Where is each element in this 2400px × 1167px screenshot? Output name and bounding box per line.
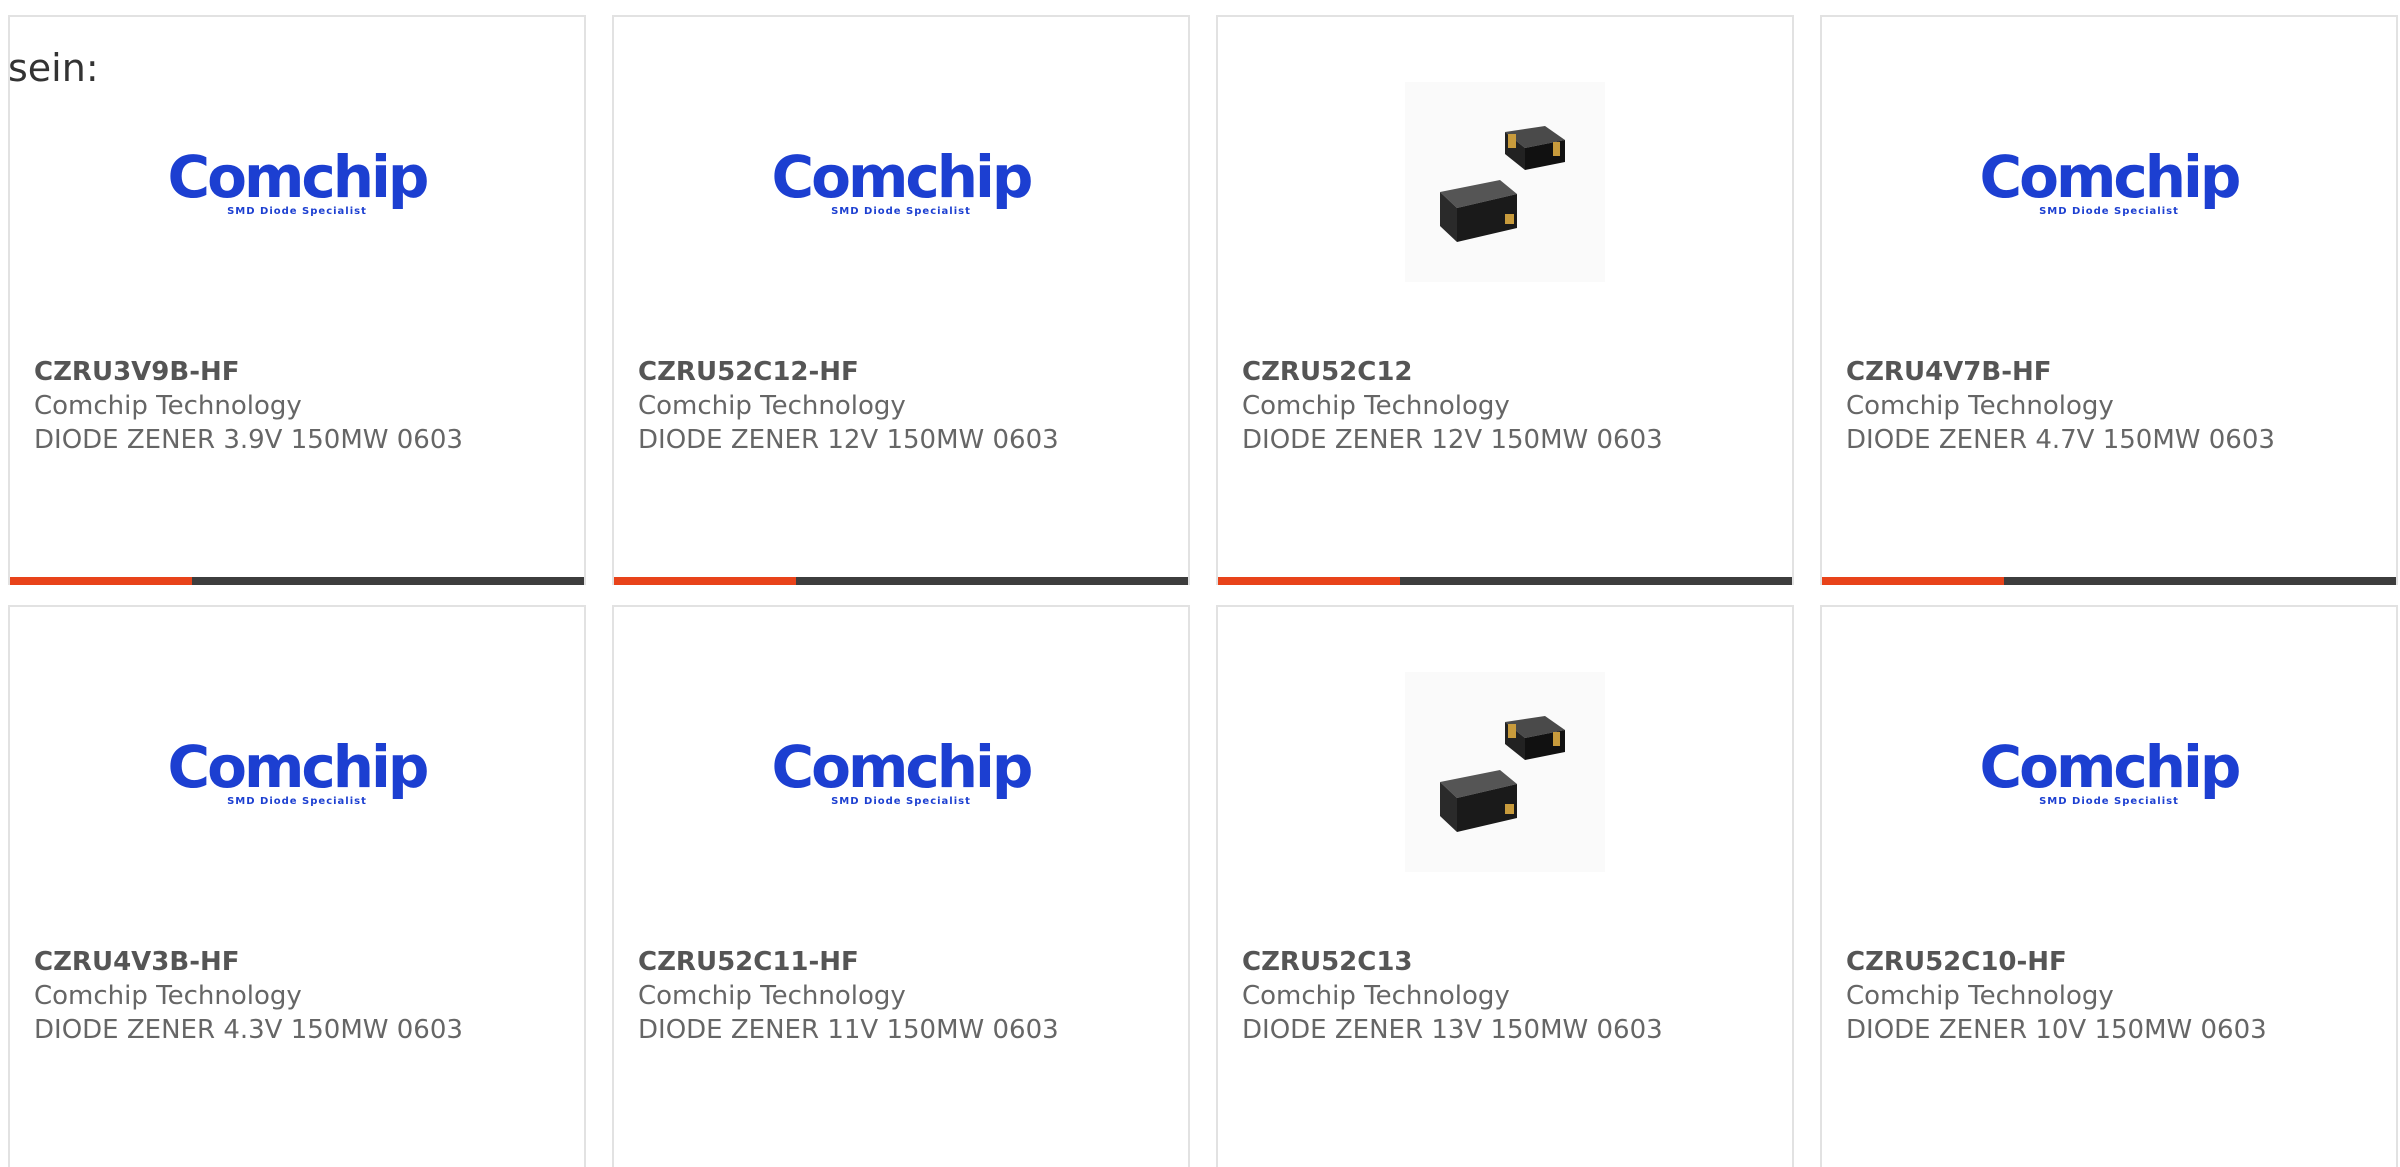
description: DIODE ZENER 13V 150MW 0603 [1242,1015,1663,1045]
product-card[interactable]: Comchip SMD Diode Specialist CZRU4V3B-HF… [8,605,586,1167]
product-image: Comchip SMD Diode Specialist [614,652,1188,892]
product-image: Comchip SMD Diode Specialist [1822,62,2396,302]
logo-word: Comchip [1979,142,2242,211]
comchip-logo: Comchip SMD Diode Specialist [1979,142,2242,217]
manufacturer: Comchip Technology [1846,981,2114,1011]
diode-package-photo [1405,672,1605,872]
part-number-link[interactable]: CZRU52C10-HF [1846,945,2376,979]
description: DIODE ZENER 4.3V 150MW 0603 [34,1015,463,1045]
manufacturer: Comchip Technology [638,981,906,1011]
product-image [1218,652,1792,892]
card-bottom-bar [10,577,584,585]
product-card[interactable]: Comchip SMD Diode Specialist CZRU52C10-H… [1820,605,2398,1167]
product-image [1218,62,1792,302]
logo-tagline: SMD Diode Specialist [2039,795,2179,807]
product-info: CZRU52C11-HF Comchip Technology DIODE ZE… [638,945,1168,1047]
part-number-link[interactable]: CZRU52C11-HF [638,945,1168,979]
product-card[interactable]: Comchip SMD Diode Specialist CZRU52C11-H… [612,605,1190,1167]
logo-tagline: SMD Diode Specialist [2039,205,2179,217]
part-number-link[interactable]: CZRU52C12 [1242,355,1772,389]
intro-text: sein: [8,46,99,90]
product-card[interactable]: CZRU52C13 Comchip Technology DIODE ZENER… [1216,605,1794,1167]
card-bar-accent [614,577,796,585]
part-number-link[interactable]: CZRU4V3B-HF [34,945,564,979]
description: DIODE ZENER 4.7V 150MW 0603 [1846,425,2275,455]
card-bar-accent [1822,577,2004,585]
logo-tagline: SMD Diode Specialist [227,795,367,807]
product-info: CZRU4V7B-HF Comchip Technology DIODE ZEN… [1846,355,2376,457]
card-bottom-bar [1822,577,2396,585]
manufacturer: Comchip Technology [1242,391,1510,421]
card-bottom-bar [614,577,1188,585]
product-card[interactable]: Comchip SMD Diode Specialist CZRU3V9B-HF… [8,15,586,585]
logo-word: Comchip [771,732,1034,801]
product-info: CZRU52C10-HF Comchip Technology DIODE ZE… [1846,945,2376,1047]
card-bar-accent [10,577,192,585]
manufacturer: Comchip Technology [34,981,302,1011]
part-number-link[interactable]: CZRU3V9B-HF [34,355,564,389]
comchip-logo: Comchip SMD Diode Specialist [771,142,1034,217]
logo-tagline: SMD Diode Specialist [831,795,971,807]
description: DIODE ZENER 3.9V 150MW 0603 [34,425,463,455]
comchip-logo: Comchip SMD Diode Specialist [771,732,1034,807]
manufacturer: Comchip Technology [1242,981,1510,1011]
product-image: Comchip SMD Diode Specialist [614,62,1188,302]
manufacturer: Comchip Technology [34,391,302,421]
logo-word: Comchip [1979,732,2242,801]
product-grid: Comchip SMD Diode Specialist CZRU3V9B-HF… [8,15,2398,1167]
product-card[interactable]: Comchip SMD Diode Specialist CZRU52C12-H… [612,15,1190,585]
product-info: CZRU3V9B-HF Comchip Technology DIODE ZEN… [34,355,564,457]
page: sein: Comchip SMD Diode Specialist CZRU3… [0,0,2400,1167]
part-number-link[interactable]: CZRU52C13 [1242,945,1772,979]
logo-word: Comchip [167,732,430,801]
product-image: Comchip SMD Diode Specialist [10,62,584,302]
logo-word: Comchip [771,142,1034,211]
diode-package-photo [1405,82,1605,282]
card-bar-accent [1218,577,1400,585]
logo-word: Comchip [167,142,430,211]
product-image: Comchip SMD Diode Specialist [1822,652,2396,892]
comchip-logo: Comchip SMD Diode Specialist [1979,732,2242,807]
card-bottom-bar [1218,577,1792,585]
description: DIODE ZENER 12V 150MW 0603 [1242,425,1663,455]
product-card[interactable]: CZRU52C12 Comchip Technology DIODE ZENER… [1216,15,1794,585]
manufacturer: Comchip Technology [638,391,906,421]
comchip-logo: Comchip SMD Diode Specialist [167,142,430,217]
logo-tagline: SMD Diode Specialist [831,205,971,217]
manufacturer: Comchip Technology [1846,391,2114,421]
product-info: CZRU52C12-HF Comchip Technology DIODE ZE… [638,355,1168,457]
description: DIODE ZENER 10V 150MW 0603 [1846,1015,2267,1045]
product-image: Comchip SMD Diode Specialist [10,652,584,892]
description: DIODE ZENER 12V 150MW 0603 [638,425,1059,455]
comchip-logo: Comchip SMD Diode Specialist [167,732,430,807]
part-number-link[interactable]: CZRU4V7B-HF [1846,355,2376,389]
product-info: CZRU4V3B-HF Comchip Technology DIODE ZEN… [34,945,564,1047]
part-number-link[interactable]: CZRU52C12-HF [638,355,1168,389]
product-info: CZRU52C12 Comchip Technology DIODE ZENER… [1242,355,1772,457]
product-info: CZRU52C13 Comchip Technology DIODE ZENER… [1242,945,1772,1047]
logo-tagline: SMD Diode Specialist [227,205,367,217]
description: DIODE ZENER 11V 150MW 0603 [638,1015,1059,1045]
product-card[interactable]: Comchip SMD Diode Specialist CZRU4V7B-HF… [1820,15,2398,585]
